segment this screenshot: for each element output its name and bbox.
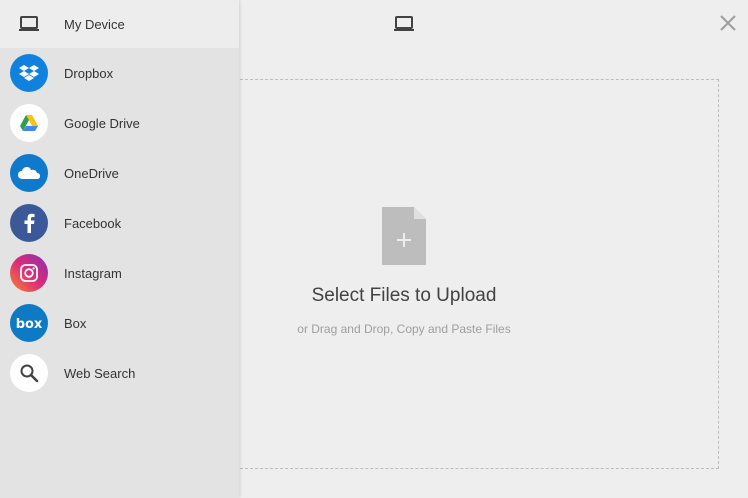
svg-text:box: box [16, 317, 42, 330]
dropbox-icon [10, 54, 48, 92]
add-file-icon[interactable] [382, 207, 426, 270]
search-icon [10, 354, 48, 392]
sidebar-item-facebook[interactable]: Facebook [0, 198, 239, 248]
sidebar-item-label: Facebook [64, 215, 122, 231]
sidebar-item-label: Box [64, 315, 87, 331]
sidebar-item-label: Google Drive [64, 115, 140, 131]
sidebar-item-my-device[interactable]: My Device [0, 0, 239, 48]
sidebar-item-label: Dropbox [64, 65, 114, 81]
file-dropzone[interactable] [220, 79, 719, 469]
page-subtitle: or Drag and Drop, Copy and Paste Files [297, 322, 511, 336]
sidebar-item-google-drive[interactable]: Google Drive [0, 98, 239, 148]
onedrive-icon [10, 154, 48, 192]
sidebar-item-label: OneDrive [64, 165, 119, 181]
sidebar-item-web-search[interactable]: Web Search [0, 348, 239, 398]
sidebar-item-label: My Device [64, 16, 125, 32]
sidebar-item-box[interactable]: box Box [0, 298, 239, 348]
sidebar-item-instagram[interactable]: Instagram [0, 248, 239, 298]
instagram-icon [10, 254, 48, 292]
sidebar-item-dropbox[interactable]: Dropbox [0, 48, 239, 98]
sidebar-item-onedrive[interactable]: OneDrive [0, 148, 239, 198]
sidebar-item-label: Web Search [64, 365, 136, 381]
box-icon: box [10, 304, 48, 342]
facebook-icon [10, 204, 48, 242]
page-title: Select Files to Upload [311, 285, 497, 306]
laptop-icon [393, 15, 415, 38]
sidebar-item-label: Instagram [64, 265, 122, 281]
laptop-icon [10, 5, 48, 43]
source-sidebar: My Device Dropbox Google Drive OneDrive … [0, 0, 239, 498]
google-drive-icon [10, 104, 48, 142]
close-button[interactable] [718, 13, 738, 33]
close-icon [720, 15, 736, 31]
